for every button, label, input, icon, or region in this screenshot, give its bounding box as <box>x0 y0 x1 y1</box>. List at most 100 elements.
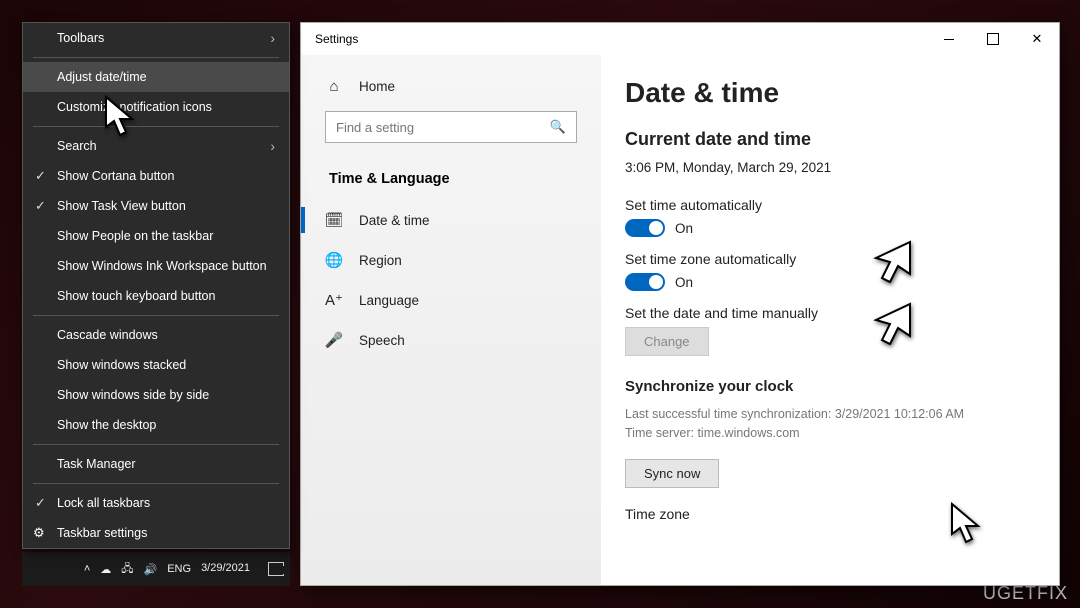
menu-lock-taskbars[interactable]: ✓ Lock all taskbars <box>23 488 289 518</box>
nav-label: Home <box>359 79 395 94</box>
nav-language[interactable]: A⁺ Language <box>301 281 601 319</box>
menu-side-by-side[interactable]: Show windows side by side <box>23 380 289 410</box>
window-controls <box>927 23 1059 55</box>
chevron-right-icon: › <box>270 30 275 46</box>
gear-icon: ⚙ <box>33 525 45 541</box>
action-center-icon[interactable] <box>268 562 284 576</box>
taskbar-context-menu: Toolbars › Adjust date/time Customize no… <box>22 22 290 549</box>
nav-label: Region <box>359 253 402 268</box>
sync-now-button[interactable]: Sync now <box>625 459 719 488</box>
language-icon: A⁺ <box>325 291 343 309</box>
calendar-clock-icon: 🗓 <box>325 211 343 229</box>
nav-label: Language <box>359 293 419 308</box>
taskbar-clock[interactable]: 3/29/2021 <box>201 563 250 575</box>
menu-separator <box>33 444 279 445</box>
maximize-button[interactable] <box>971 23 1015 55</box>
sync-last: Last successful time synchronization: 3/… <box>625 405 1039 424</box>
menu-show-desktop[interactable]: Show the desktop <box>23 410 289 440</box>
system-tray: ˄ ☁ 🖧 🔊 ENG 3/29/2021 <box>84 560 284 579</box>
search-icon: 🔍 <box>550 119 566 135</box>
titlebar: Settings <box>301 23 1059 55</box>
menu-adjust-date-time[interactable]: Adjust date/time <box>23 62 289 92</box>
menu-label: Show the desktop <box>57 418 156 432</box>
menu-label: Adjust date/time <box>57 70 147 84</box>
menu-cascade[interactable]: Cascade windows <box>23 320 289 350</box>
menu-label: Task Manager <box>57 457 136 471</box>
watermark: UGETFIX <box>983 583 1068 604</box>
set-time-auto-toggle[interactable]: On <box>625 219 1039 237</box>
set-tz-auto-toggle[interactable]: On <box>625 273 1039 291</box>
menu-label: Cascade windows <box>57 328 158 342</box>
settings-search[interactable]: Find a setting 🔍 <box>325 111 577 143</box>
menu-stacked[interactable]: Show windows stacked <box>23 350 289 380</box>
settings-content: Date & time Current date and time 3:06 P… <box>601 55 1059 585</box>
tray-chevron-icon[interactable]: ˄ <box>84 563 90 575</box>
sync-heading: Synchronize your clock <box>625 378 1039 395</box>
menu-customize-notification-icons[interactable]: Customize notification icons <box>23 92 289 122</box>
nav-speech[interactable]: 🎤 Speech <box>301 321 601 359</box>
menu-label: Taskbar settings <box>57 526 147 540</box>
nav-region[interactable]: 🌐 Region <box>301 241 601 279</box>
menu-label: Show Cortana button <box>57 169 174 183</box>
menu-separator <box>33 126 279 127</box>
set-manual-label: Set the date and time manually <box>625 305 1039 321</box>
sync-meta: Last successful time synchronization: 3/… <box>625 405 1039 443</box>
nav-label: Speech <box>359 333 405 348</box>
home-icon: ⌂ <box>325 78 343 95</box>
menu-task-manager[interactable]: Task Manager <box>23 449 289 479</box>
settings-sidebar: ⌂ Home Find a setting 🔍 Time & Language … <box>301 55 601 585</box>
minimize-button[interactable] <box>927 23 971 55</box>
globe-icon: 🌐 <box>325 251 343 269</box>
page-heading: Date & time <box>625 77 1039 109</box>
close-button[interactable] <box>1015 23 1059 55</box>
toggle-switch-icon <box>625 273 665 291</box>
check-icon: ✓ <box>35 198 46 214</box>
nav-home[interactable]: ⌂ Home <box>301 67 601 105</box>
check-icon: ✓ <box>35 495 46 511</box>
set-time-auto-label: Set time automatically <box>625 197 1039 213</box>
current-date-heading: Current date and time <box>625 129 1039 150</box>
menu-taskbar-settings[interactable]: ⚙ Taskbar settings <box>23 518 289 548</box>
sync-server: Time server: time.windows.com <box>625 424 1039 443</box>
menu-label: Show touch keyboard button <box>57 289 215 303</box>
toggle-state: On <box>675 275 693 290</box>
menu-label: Search <box>57 139 97 153</box>
menu-toolbars[interactable]: Toolbars › <box>23 23 289 53</box>
menu-separator <box>33 315 279 316</box>
menu-label: Customize notification icons <box>57 100 212 114</box>
current-date-value: 3:06 PM, Monday, March 29, 2021 <box>625 160 1039 175</box>
menu-separator <box>33 483 279 484</box>
network-icon[interactable]: 🖧 <box>121 560 133 579</box>
menu-label: Show windows stacked <box>57 358 186 372</box>
timezone-heading: Time zone <box>625 506 1039 522</box>
onedrive-icon[interactable]: ☁ <box>100 563 111 576</box>
menu-label: Show windows side by side <box>57 388 209 402</box>
menu-show-people[interactable]: Show People on the taskbar <box>23 221 289 251</box>
microphone-icon: 🎤 <box>325 331 343 349</box>
toggle-state: On <box>675 221 693 236</box>
nav-category: Time & Language <box>301 161 601 199</box>
check-icon: ✓ <box>35 168 46 184</box>
menu-label: Show Windows Ink Workspace button <box>57 259 267 273</box>
chevron-right-icon: › <box>270 138 275 154</box>
menu-label: Show People on the taskbar <box>57 229 213 243</box>
settings-window: Settings ⌂ Home Find a setting 🔍 Time & … <box>300 22 1060 586</box>
menu-show-task-view[interactable]: ✓ Show Task View button <box>23 191 289 221</box>
nav-date-time[interactable]: 🗓 Date & time <box>301 201 601 239</box>
window-title: Settings <box>315 32 358 46</box>
menu-label: Show Task View button <box>57 199 186 213</box>
volume-icon[interactable]: 🔊 <box>144 563 158 576</box>
language-indicator[interactable]: ENG <box>167 563 191 575</box>
menu-show-ink[interactable]: Show Windows Ink Workspace button <box>23 251 289 281</box>
toggle-switch-icon <box>625 219 665 237</box>
menu-show-touch-kb[interactable]: Show touch keyboard button <box>23 281 289 311</box>
menu-search[interactable]: Search › <box>23 131 289 161</box>
menu-show-cortana[interactable]: ✓ Show Cortana button <box>23 161 289 191</box>
nav-label: Date & time <box>359 213 430 228</box>
menu-label: Lock all taskbars <box>57 496 150 510</box>
search-placeholder: Find a setting <box>336 120 414 135</box>
taskbar-date: 3/29/2021 <box>201 563 250 575</box>
change-button: Change <box>625 327 709 356</box>
menu-separator <box>33 57 279 58</box>
taskbar: ˄ ☁ 🖧 🔊 ENG 3/29/2021 <box>22 552 290 586</box>
